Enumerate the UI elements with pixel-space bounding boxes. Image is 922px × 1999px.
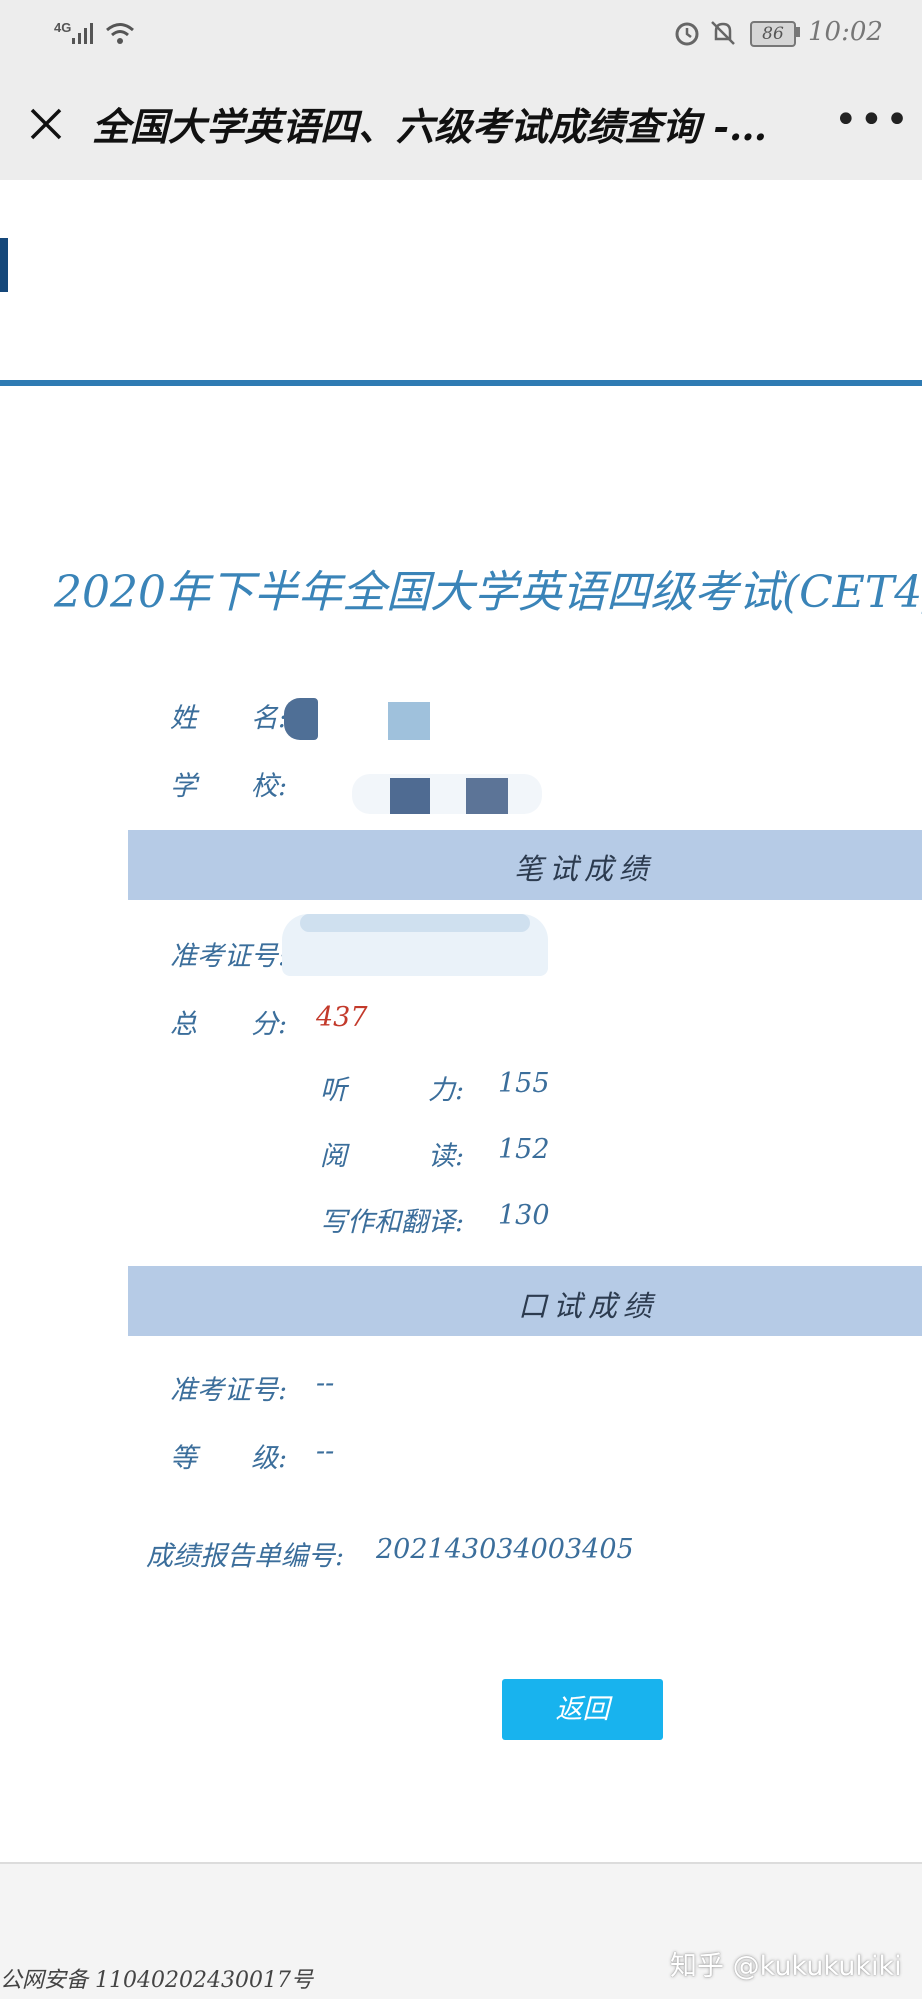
network-type: 4G	[54, 20, 72, 35]
report-number-label: 成绩报告单编号:	[146, 1541, 345, 1572]
page-title: 全国大学英语四、六级考试成绩查询 -…	[92, 104, 768, 149]
mute-bell-icon	[711, 21, 735, 45]
total-score: 437	[316, 1002, 368, 1033]
redacted-name	[284, 698, 318, 740]
grade-value: --	[316, 1436, 335, 1467]
battery-icon: 86	[750, 21, 796, 47]
school-label: 学 校:	[170, 771, 288, 802]
logo-fragment	[0, 238, 8, 292]
total-label: 总 分:	[170, 1009, 288, 1040]
signal-icon	[72, 23, 93, 44]
redacted-school	[352, 774, 542, 814]
redacted-school	[390, 778, 430, 814]
status-time: 10:02	[808, 17, 883, 47]
report-number-value: 202143034003405	[376, 1534, 634, 1565]
header-divider	[0, 380, 922, 386]
oral-ticket-value: --	[316, 1368, 335, 1399]
battery-level: 86	[762, 24, 784, 44]
redacted-ticket-number	[300, 914, 530, 932]
redacted-name	[388, 702, 430, 740]
more-options-icon[interactable]: •••	[834, 100, 911, 140]
written-ticket-label: 准考证号:	[170, 941, 288, 972]
watermark: 知乎 @kukukukiki	[670, 1951, 902, 1982]
close-icon[interactable]	[28, 106, 64, 142]
written-section-title: 笔试成绩	[514, 852, 655, 886]
reading-score: 152	[498, 1134, 550, 1165]
name-label: 姓 名:	[170, 703, 288, 734]
report-title: 2020年下半年全国大学英语四级考试(CET4)-	[54, 567, 922, 618]
icp-record: 公网安备 11040202430017号	[0, 1968, 313, 1993]
back-button[interactable]: 返回	[502, 1679, 663, 1740]
redacted-school	[466, 778, 508, 814]
alarm-icon	[675, 22, 699, 46]
listening-label: 听 力:	[320, 1075, 465, 1106]
grade-label: 等 级:	[170, 1443, 288, 1474]
oral-section-title: 口试成绩	[518, 1289, 659, 1323]
battery-tip	[796, 27, 800, 37]
listening-score: 155	[498, 1068, 550, 1099]
writing-score: 130	[498, 1200, 550, 1231]
oral-ticket-label: 准考证号:	[170, 1375, 288, 1406]
wifi-icon	[106, 23, 134, 44]
reading-label: 阅 读:	[320, 1141, 465, 1172]
status-bar: 4G 86 10:02	[0, 0, 922, 68]
writing-label: 写作和翻译:	[320, 1207, 465, 1238]
